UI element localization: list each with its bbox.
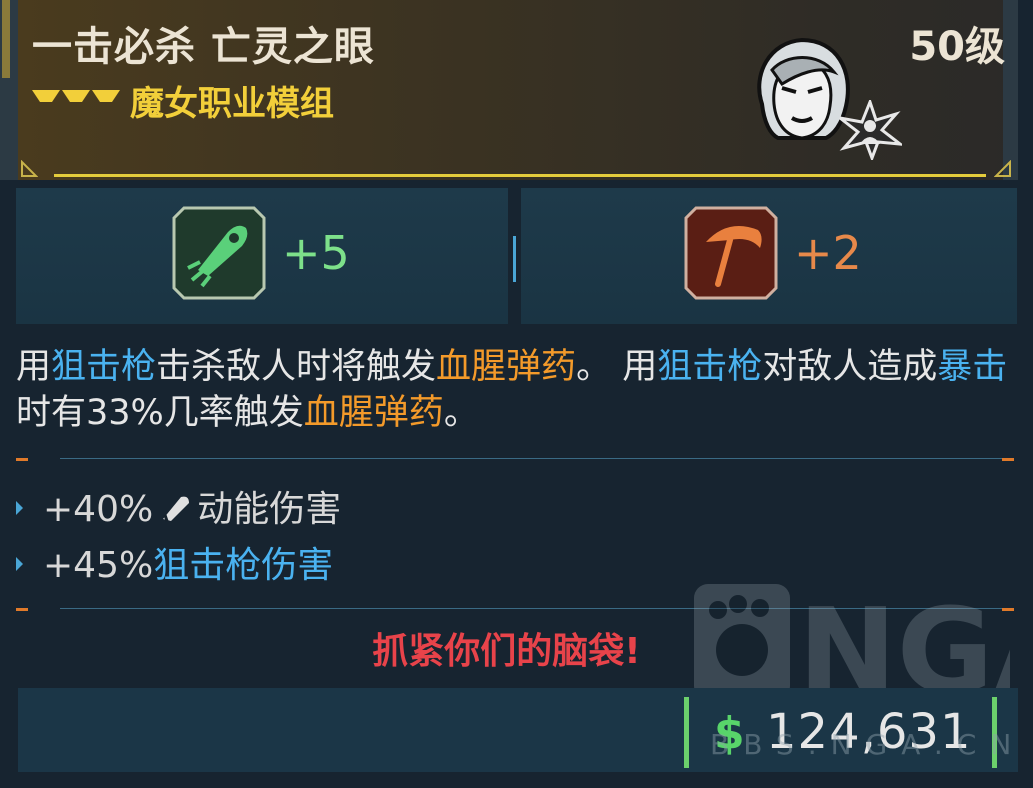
section-separator <box>14 452 1014 466</box>
kinetic-damage-icon <box>163 496 190 522</box>
flavor-text: 抓紧你们的脑袋! <box>372 631 641 672</box>
desc-keyword: 狙击枪 <box>51 347 157 387</box>
bonus-value: +40% <box>43 489 154 530</box>
class-star-icon <box>839 100 902 160</box>
header-accent-line <box>54 174 986 177</box>
skill-bonus-value-2: +2 <box>794 226 862 280</box>
rarity-chevrons-icon <box>32 90 120 102</box>
header-left-notch <box>2 0 10 78</box>
desc-text: 对敌人造成 <box>762 347 938 387</box>
desc-text: 击杀敌人时将触发 <box>156 347 437 387</box>
desc-keyword: 血腥弹药 <box>436 347 577 387</box>
bonus-keyword: 狙击枪伤害 <box>153 545 334 586</box>
header-corner-right <box>994 160 1011 177</box>
item-card: 一击必杀 亡灵之眼 50级 魔女职业模组 +5 +2 用狙击枪击杀敌人时将触发血… <box>0 0 1033 788</box>
scythe-icon <box>684 206 778 300</box>
item-title: 一击必杀 亡灵之眼 <box>32 24 375 70</box>
desc-text: 用 <box>16 347 52 387</box>
header-corner-left <box>21 160 38 177</box>
bonus-line-kinetic: +40% 动能伤害 <box>16 480 341 532</box>
desc-text: 。 <box>443 393 479 433</box>
bullet-icon <box>16 557 23 571</box>
bullet-icon <box>16 501 23 515</box>
desc-keyword: 暴击 <box>937 347 1008 387</box>
bonus-label: 动能伤害 <box>197 489 342 530</box>
item-class-subtitle: 魔女职业模组 <box>130 84 334 124</box>
bonus-value: +45% <box>43 545 154 586</box>
desc-text: 时有33%几率触发 <box>16 393 304 433</box>
stat-divider <box>513 236 516 282</box>
desc-keyword: 狙击枪 <box>657 347 763 387</box>
item-description: 用狙击枪击杀敌人时将触发血腥弹药。 用狙击枪对敌人造成暴击时有33%几率触发血腥… <box>16 344 1026 436</box>
desc-text: 。 用 <box>576 347 658 387</box>
header-right-strip <box>1003 0 1018 180</box>
sniper-rocket-icon <box>172 206 266 300</box>
bonus-line-sniper: +45%狙击枪伤害 <box>16 536 333 588</box>
desc-keyword: 血腥弹药 <box>303 393 444 433</box>
watermark-url: BBS.NGA.CN <box>710 728 1026 761</box>
item-level: 50级 <box>909 24 1005 70</box>
skill-bonus-value-1: +5 <box>282 226 350 280</box>
